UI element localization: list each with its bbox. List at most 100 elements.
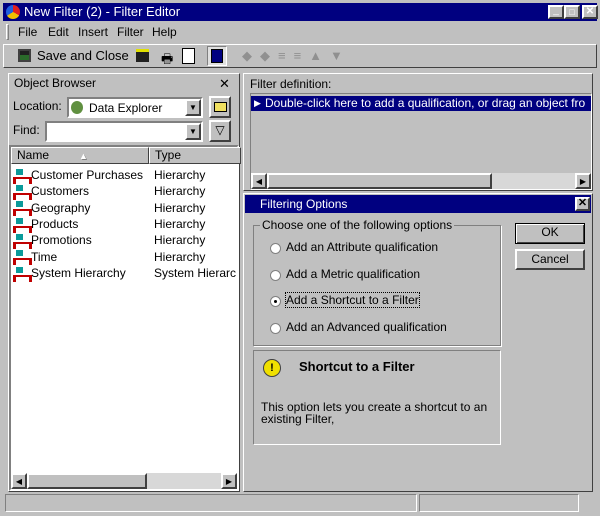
data-explorer-icon [71, 101, 83, 114]
disabled-tool-icons: ◆◆≡≡▲▼ [242, 48, 351, 63]
item-type: Hierarchy [154, 216, 206, 231]
print-icon[interactable]: 🖶 [161, 50, 173, 72]
option-info-box: ! Shortcut to a Filter This option lets … [253, 350, 501, 445]
menu-edit[interactable]: Edit [48, 25, 69, 39]
qualification-placeholder-row[interactable]: ▶ Double-click here to add a qualificati… [251, 96, 591, 111]
find-input[interactable]: ▼ [45, 121, 203, 142]
option-radio[interactable] [270, 269, 281, 281]
close-button[interactable]: ✕ [582, 5, 598, 19]
item-type: Hierarchy [154, 249, 206, 264]
chevron-down-icon[interactable]: ▼ [185, 99, 201, 116]
hierarchy-icon [13, 266, 32, 282]
item-name: Time [31, 249, 58, 264]
list-item[interactable]: System Hierarchy System Hierarc [13, 265, 236, 282]
filter-definition-area[interactable]: ▶ Double-click here to add a qualificati… [250, 93, 592, 190]
filtering-options-titlebar: Filtering Options ✕ [245, 195, 591, 213]
scroll-left-button[interactable]: ◀ [251, 173, 267, 189]
cancel-button[interactable]: Cancel [515, 249, 585, 270]
list-item[interactable]: Time Hierarchy [13, 249, 205, 266]
list-item[interactable]: Customers Hierarchy [13, 183, 205, 201]
hierarchy-icon [13, 234, 32, 250]
option-radio[interactable] [270, 243, 281, 254]
parent-folder-button[interactable] [209, 96, 231, 118]
item-type: System Hierarc [154, 265, 237, 280]
hierarchy-icon [13, 201, 32, 217]
option-radio[interactable] [270, 296, 281, 308]
lightbulb-icon: ! [263, 359, 281, 377]
column-header-name[interactable]: Name ▲ [11, 147, 149, 164]
save-and-close-button[interactable]: Save and Close [37, 48, 129, 63]
item-name: Promotions [31, 233, 92, 248]
menu-filter[interactable]: Filter [117, 25, 144, 39]
menu-help[interactable]: Help [152, 25, 177, 39]
list-item[interactable]: Products Hierarchy [13, 216, 205, 233]
item-type: Hierarchy [154, 200, 206, 215]
list-item[interactable]: Customer Purchases Hierarchy [13, 167, 205, 184]
item-name: Products [31, 216, 79, 231]
title-bar: New Filter (2) - Filter Editor _ □ ✕ [3, 3, 598, 21]
object-browser-close-icon[interactable]: ✕ [219, 76, 230, 92]
filtering-options-panel: Filtering Options ✕ Choose one of the fo… [243, 193, 593, 492]
option-label[interactable]: Add an Advanced qualification [286, 320, 447, 334]
group-label: Choose one of the following options [260, 218, 455, 232]
save-icon [18, 49, 31, 62]
save-new-icon[interactable] [136, 49, 149, 62]
info-title: Shortcut to a Filter [299, 359, 415, 374]
item-type: Hierarchy [154, 168, 206, 182]
status-pane-1 [5, 494, 417, 512]
toolbar: Save and Close 🖶 ◆◆≡≡▲▼ [3, 44, 597, 68]
app-icon [6, 5, 20, 19]
list-item[interactable]: Promotions Hierarchy [13, 232, 205, 250]
item-name: Customers [31, 184, 90, 199]
chevron-down-icon[interactable]: ▼ [185, 123, 201, 140]
horizontal-scrollbar[interactable]: ◀ ▶ [251, 173, 591, 189]
status-bar [3, 494, 597, 513]
view-icon [211, 49, 223, 63]
info-text: This option lets you create a shortcut t… [261, 400, 488, 426]
close-button[interactable]: ✕ [575, 197, 590, 211]
option-label[interactable]: Add a Shortcut to a Filter [285, 292, 420, 309]
window-title: New Filter (2) - Filter Editor [24, 4, 181, 19]
option-label[interactable]: Add a Metric qualification [286, 267, 420, 281]
sort-ascending-icon: ▲ [79, 151, 88, 161]
filter-definition-panel: Filter definition: ▶ Double-click here t… [243, 73, 593, 191]
grip [6, 24, 9, 40]
item-type: Hierarchy [154, 233, 206, 248]
option-label[interactable]: Add an Attribute qualification [286, 240, 438, 254]
menu-insert[interactable]: Insert [78, 25, 108, 39]
play-icon: ▶ [254, 98, 261, 108]
object-list: Name ▲ Type Customer Purchases Hierarchy Cu… [9, 145, 241, 491]
maximize-button[interactable]: □ [564, 5, 580, 19]
item-name: Customer Purchases [31, 168, 144, 182]
options-group: Choose one of the following options Add … [253, 218, 501, 346]
object-browser-panel: Object Browser ✕ Location: Data Explorer… [8, 73, 241, 492]
hierarchy-icon [13, 185, 32, 201]
column-header-type[interactable]: Type [149, 147, 241, 164]
minimize-button[interactable]: _ [548, 5, 564, 19]
scroll-right-button[interactable]: ▶ [221, 473, 237, 489]
find-label: Find: [13, 123, 40, 137]
folder-up-icon [214, 102, 227, 112]
menu-file[interactable]: File [18, 25, 37, 39]
filter-button[interactable]: ▽ [209, 120, 231, 142]
hierarchy-icon [13, 168, 32, 184]
scroll-thumb[interactable] [27, 473, 147, 489]
view-sql-button[interactable] [207, 46, 227, 66]
location-value: Data Explorer [89, 101, 163, 115]
filter-definition-label: Filter definition: [250, 77, 332, 91]
option-radio[interactable] [270, 323, 281, 335]
scroll-left-button[interactable]: ◀ [11, 473, 27, 489]
status-pane-2 [419, 494, 579, 512]
hierarchy-icon [13, 250, 32, 266]
ok-button[interactable]: OK [515, 223, 585, 244]
horizontal-scrollbar[interactable]: ◀ ▶ [11, 473, 237, 489]
object-browser-title: Object Browser [14, 76, 97, 90]
scroll-right-button[interactable]: ▶ [575, 173, 591, 189]
item-type: Hierarchy [154, 184, 206, 199]
print-preview-icon[interactable] [182, 48, 195, 64]
menu-bar: File Edit Insert Filter Help [3, 22, 597, 42]
scroll-thumb[interactable] [267, 173, 492, 189]
location-label: Location: [13, 99, 62, 113]
list-item[interactable]: Geography Hierarchy [13, 200, 205, 217]
location-dropdown[interactable]: Data Explorer ▼ [67, 97, 203, 118]
